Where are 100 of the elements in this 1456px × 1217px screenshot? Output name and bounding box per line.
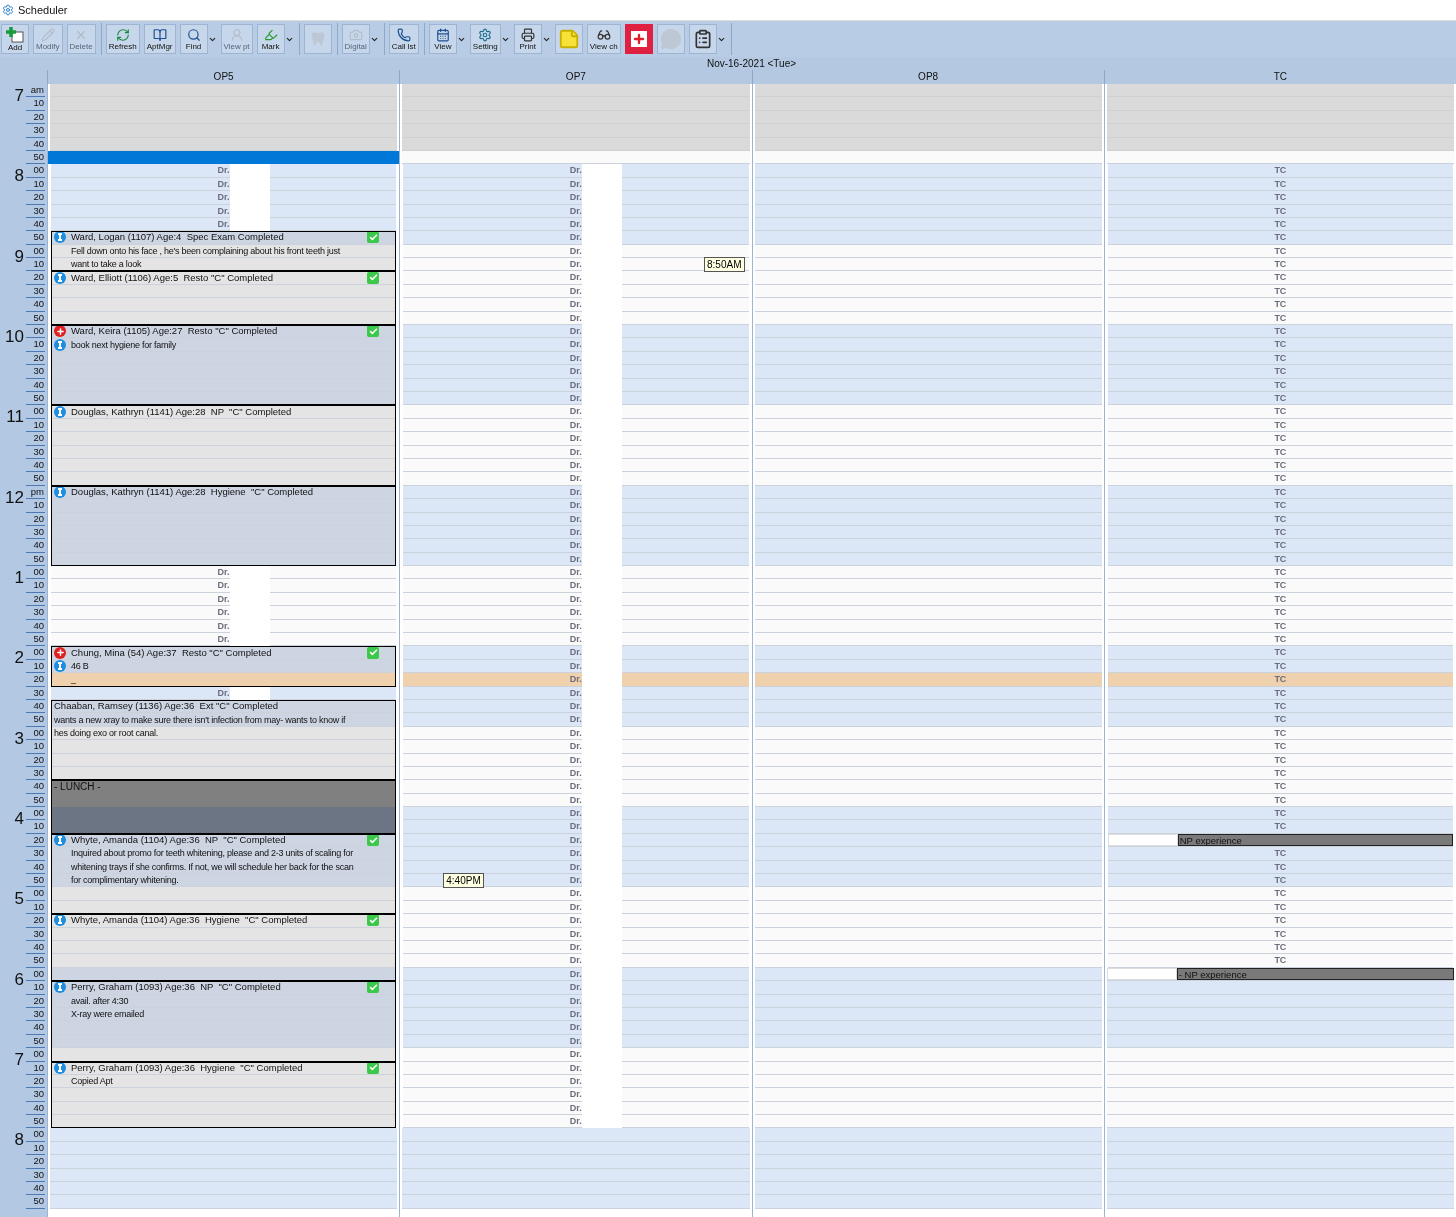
time-slot[interactable] <box>1106 1048 1454 1062</box>
time-slot[interactable] <box>1106 1128 1454 1142</box>
time-slot[interactable] <box>754 271 1102 285</box>
toolbar-button[interactable]: Mark <box>256 24 285 54</box>
time-slot[interactable] <box>402 1155 750 1169</box>
time-slot[interactable]: TC <box>1107 874 1453 888</box>
appointment-card[interactable]: Perry, Graham (1093) Age:36 Hygiene "C" Completed Copied Apt <box>51 1061 397 1129</box>
time-slot[interactable]: TC <box>1107 539 1453 553</box>
time-slot[interactable] <box>754 646 1102 660</box>
time-slot[interactable]: TC <box>1107 807 1453 821</box>
time-slot[interactable]: TC <box>1107 740 1453 754</box>
time-slot[interactable] <box>1106 981 1454 995</box>
time-slot[interactable]: TC <box>1107 914 1453 928</box>
time-slot[interactable] <box>754 1195 1102 1209</box>
time-slot[interactable] <box>754 579 1102 593</box>
time-slot[interactable]: TC <box>1107 820 1453 834</box>
toolbar-button[interactable]: View <box>428 24 457 54</box>
time-slot[interactable] <box>754 1115 1102 1129</box>
time-slot[interactable] <box>754 365 1102 379</box>
toolbar-button[interactable] <box>624 24 653 54</box>
appointment-card[interactable]: Ward, Logan (1107) Age:4 Spec Exam Completed Fell down onto his face , he's been complaining about his front teeth just want to take a look <box>51 231 397 272</box>
toolbar-button[interactable]: Setting <box>469 24 501 54</box>
toolbar-button[interactable] <box>688 24 717 54</box>
time-slot[interactable] <box>754 606 1102 620</box>
toolbar-button[interactable]: Print <box>513 24 542 54</box>
time-slot[interactable] <box>754 231 1102 245</box>
time-slot[interactable] <box>1106 1195 1454 1209</box>
time-slot[interactable] <box>50 1195 398 1209</box>
time-slot[interactable] <box>50 1155 398 1169</box>
time-slot[interactable] <box>50 1128 398 1142</box>
time-slot[interactable] <box>754 673 1102 687</box>
time-slot[interactable] <box>1106 1182 1454 1196</box>
time-slot[interactable] <box>754 847 1102 861</box>
time-slot[interactable]: TC <box>1107 633 1453 647</box>
time-slot[interactable] <box>754 874 1102 888</box>
time-slot[interactable] <box>754 954 1102 968</box>
toolbar-button[interactable]: Find <box>179 24 208 54</box>
time-slot[interactable]: TC <box>1107 231 1453 245</box>
appointment-card[interactable]: Chaaban, Ramsey (1136) Age:36 Ext "C" Completed wants a new xray to make sure there isn't infection from may- wants to know if hes doing exo or root canal. <box>51 699 397 781</box>
time-slot[interactable] <box>754 258 1102 272</box>
time-slot[interactable] <box>1106 1088 1454 1102</box>
appointment-card[interactable]: Douglas, Kathryn (1141) Age:28 NP "C" Completed <box>51 405 397 486</box>
toolbar-button[interactable]: View ch <box>586 24 621 54</box>
time-slot[interactable] <box>754 325 1102 339</box>
time-slot[interactable]: TC <box>1107 258 1453 272</box>
time-slot[interactable] <box>754 1128 1102 1142</box>
time-slot[interactable]: TC <box>1107 338 1453 352</box>
time-slot[interactable] <box>754 164 1102 178</box>
time-slot[interactable] <box>50 1182 398 1196</box>
time-slot[interactable]: TC <box>1107 713 1453 727</box>
time-slot[interactable]: TC <box>1107 566 1453 580</box>
time-slot[interactable] <box>754 405 1102 419</box>
time-slot[interactable]: TC <box>1107 646 1453 660</box>
time-slot[interactable]: TC <box>1107 606 1453 620</box>
appointment-card[interactable]: Douglas, Kathryn (1141) Age:28 Hygiene "C" Completed <box>51 485 397 567</box>
time-slot[interactable]: TC <box>1107 365 1453 379</box>
time-slot[interactable] <box>754 499 1102 513</box>
time-slot[interactable]: TC <box>1107 954 1453 968</box>
time-slot[interactable] <box>754 914 1102 928</box>
time-slot[interactable] <box>754 713 1102 727</box>
time-slot[interactable] <box>754 1182 1102 1196</box>
time-slot[interactable] <box>754 820 1102 834</box>
time-slot[interactable] <box>754 298 1102 312</box>
time-slot[interactable] <box>1106 1021 1454 1035</box>
time-slot[interactable] <box>1106 1115 1454 1129</box>
time-slot[interactable]: TC <box>1107 472 1453 486</box>
appointment-card[interactable]: Ward, Keira (1105) Age:27 Resto "C" Completed book next hygiene for family <box>51 325 397 406</box>
appointment-card[interactable] <box>51 833 397 915</box>
time-slot[interactable]: TC <box>1107 887 1453 901</box>
time-slot[interactable]: TC <box>1107 941 1453 955</box>
toolbar-button[interactable]: Add <box>1 24 29 54</box>
time-slot[interactable] <box>754 539 1102 553</box>
lunch-block[interactable]: - LUNCH - <box>51 780 397 834</box>
time-slot[interactable] <box>402 1182 750 1196</box>
time-slot[interactable] <box>754 1048 1102 1062</box>
time-slot[interactable]: TC <box>1107 298 1453 312</box>
appointment-card[interactable]: Perry, Graham (1093) Age:36 NP "C" Completed avail. after 4:30 X-ray were emailed <box>51 981 397 1062</box>
time-slot[interactable]: TC <box>1107 780 1453 794</box>
appointment-card[interactable]: Ward, Elliott (1106) Age:5 Resto "C" Completed <box>51 271 397 326</box>
time-slot[interactable] <box>402 1128 750 1142</box>
time-slot[interactable]: TC <box>1107 847 1453 861</box>
time-slot[interactable]: TC <box>1107 325 1453 339</box>
time-slot[interactable] <box>754 780 1102 794</box>
time-slot[interactable] <box>754 191 1102 205</box>
time-slot[interactable] <box>1106 1155 1454 1169</box>
time-slot[interactable]: TC <box>1107 191 1453 205</box>
time-slot[interactable] <box>754 338 1102 352</box>
time-slot[interactable]: TC <box>1107 405 1453 419</box>
time-slot[interactable]: TC <box>1107 271 1453 285</box>
time-slot[interactable] <box>402 1195 750 1209</box>
time-slot[interactable] <box>754 807 1102 821</box>
time-slot[interactable] <box>754 887 1102 901</box>
time-slot[interactable]: TC <box>1107 673 1453 687</box>
time-slot[interactable]: TC <box>1107 432 1453 446</box>
time-slot[interactable] <box>754 472 1102 486</box>
toolbar-button[interactable]: Refresh <box>105 24 140 54</box>
appointment-card[interactable]: Chung, Mina (54) Age:37 Resto "C" Completed 46 B _ <box>51 646 397 687</box>
time-slot[interactable] <box>754 1155 1102 1169</box>
time-slot[interactable]: TC <box>1107 499 1453 513</box>
time-slot[interactable] <box>754 432 1102 446</box>
